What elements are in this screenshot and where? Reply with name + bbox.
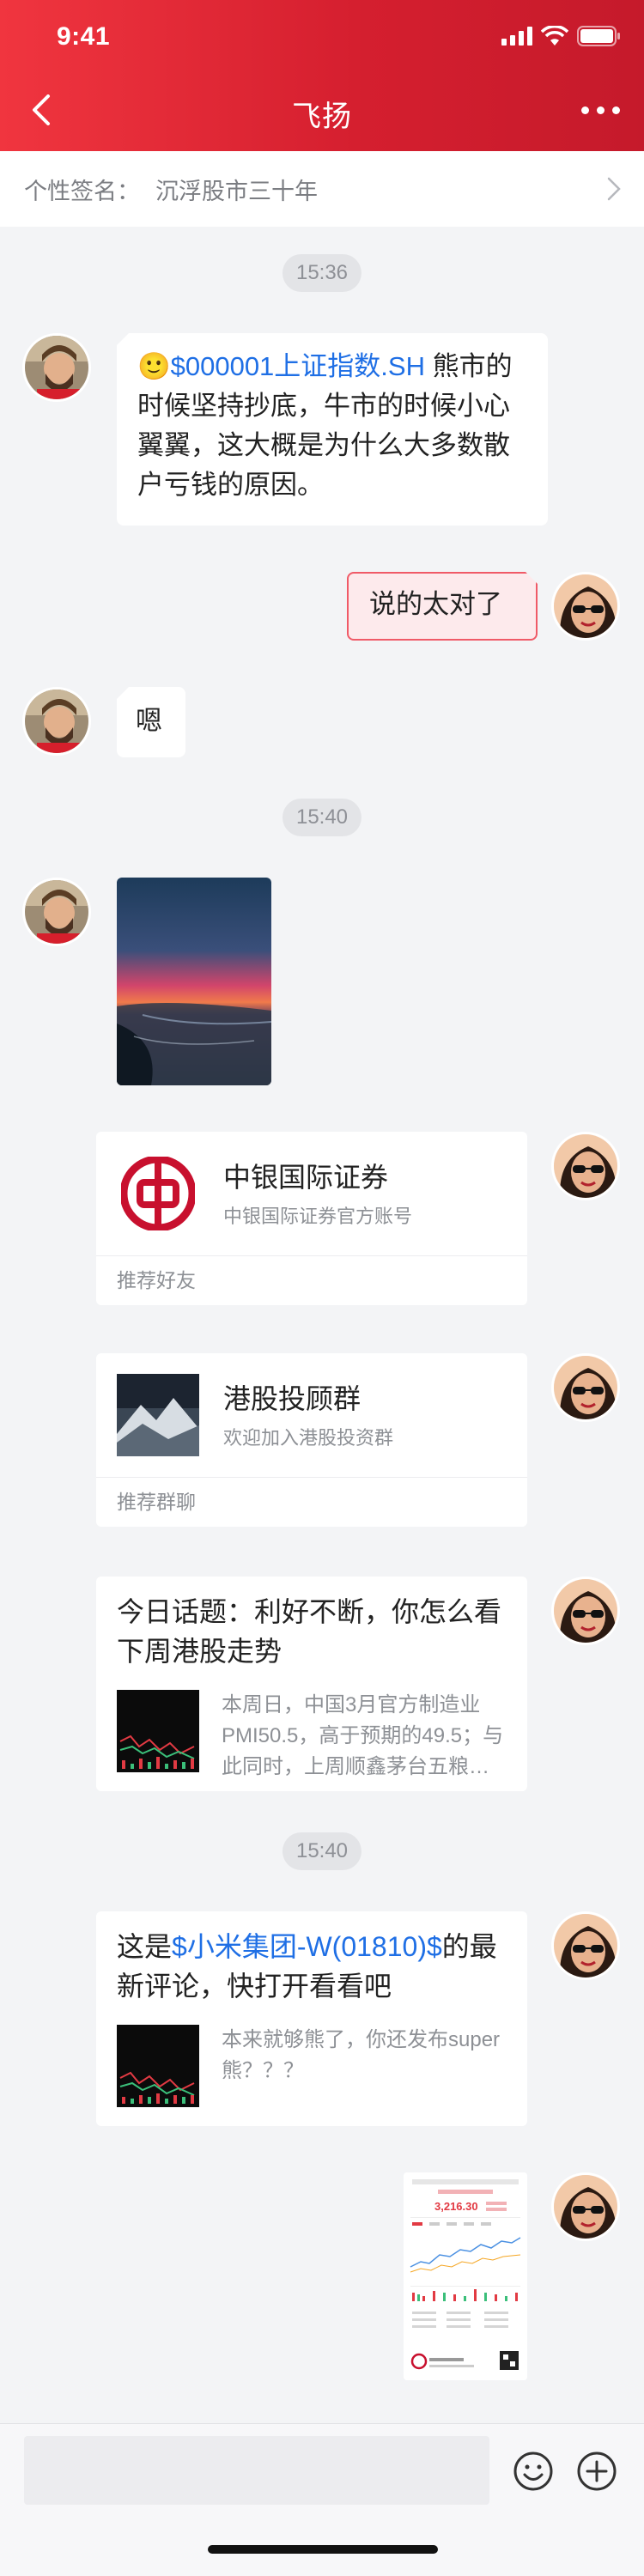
comment-title: 这是$小米集团-W(01810)$的最新评论，快打开看看吧	[96, 1911, 527, 2006]
card-subtitle: 欢迎加入港股投资群	[223, 1427, 394, 1449]
topic-card[interactable]: 今日话题：利好不断，你怎么看下周港股走势 本周日，中国3月官方制造业PMI50.…	[96, 1577, 527, 1791]
topic-title: 今日话题：利好不断，你怎么看下周港股走势	[117, 1596, 502, 1667]
chat-title: 飞扬	[292, 100, 352, 133]
message-text: 嗯	[136, 706, 162, 736]
message-bubble[interactable]: 🙂$000001上证指数.SH 熊市的时候坚持抄底，牛市的时候小心翼翼，这大概是…	[117, 333, 548, 526]
bank-logo-icon	[117, 1152, 199, 1235]
message-input[interactable]	[24, 2436, 489, 2505]
message-bubble[interactable]: 嗯	[117, 687, 185, 757]
group-image	[117, 1374, 199, 1456]
stock-price: 3,216.30	[434, 2200, 478, 2213]
message-text: 说的太对了	[369, 589, 502, 619]
timestamp: 15:36	[282, 254, 362, 292]
avatar[interactable]	[22, 333, 91, 402]
stock-link[interactable]: $小米集团-W(01810)$	[172, 1931, 442, 1962]
message-text: 🙂$000001上证指数.SH 熊市的时候坚持抄底，牛市的时候小心翼翼，这大概是…	[117, 333, 548, 519]
comment-card[interactable]: 这是$小米集团-W(01810)$的最新评论，快打开看看吧 本来就够熊了，你还发…	[96, 1911, 527, 2126]
group-card[interactable]: 港股投顾群 欢迎加入港股投资群 推荐群聊	[96, 1353, 527, 1527]
stock-link[interactable]: $000001上证指数.SH	[171, 351, 425, 381]
card-title: 中银国际证券	[223, 1162, 389, 1193]
stock-screenshot-image[interactable]: 3,216.30	[404, 2172, 527, 2380]
avatar-self[interactable]	[551, 1132, 620, 1200]
contact-card[interactable]: 中银国际证券 中银国际证券官方账号 推荐好友	[96, 1132, 527, 1305]
sunset-beach-image	[117, 878, 271, 1085]
nav-header: 9:41 飞扬	[0, 0, 644, 151]
signature-label: 个性签名：	[24, 178, 140, 204]
chart-thumbnail	[117, 1690, 199, 1772]
chart-thumbnail	[117, 2025, 199, 2107]
timestamp: 15:40	[282, 1832, 362, 1870]
avatar-self[interactable]	[551, 572, 620, 641]
card-subtitle: 中银国际证券官方账号	[223, 1206, 413, 1227]
comment-description: 本来就够熊了，你还发布super熊？？？	[222, 2028, 501, 2082]
chevron-right-icon	[607, 177, 621, 201]
status-icons	[501, 26, 622, 46]
plus-icon[interactable]	[575, 2450, 618, 2493]
card-footer: 推荐好友	[96, 1255, 527, 1303]
timestamp: 15:40	[282, 799, 362, 836]
emoji-icon[interactable]	[512, 2450, 555, 2493]
status-time: 9:41	[57, 22, 111, 51]
wifi-icon	[541, 26, 568, 46]
card-title: 港股投顾群	[223, 1383, 361, 1414]
emoji-icon: 🙂	[137, 351, 171, 381]
signature-value: 沉浮股市三十年	[155, 178, 318, 204]
avatar-self[interactable]	[551, 1353, 620, 1422]
topic-description: 本周日，中国3月官方制造业PMI50.5，高于预期的49.5；与此同时，上周顺鑫…	[222, 1693, 504, 1778]
home-indicator	[208, 2545, 438, 2554]
avatar-self[interactable]	[551, 1911, 620, 1980]
image-message[interactable]	[117, 878, 271, 1085]
battery-icon	[577, 26, 620, 46]
avatar[interactable]	[22, 878, 91, 946]
avatar[interactable]	[22, 687, 91, 756]
message-bubble-self[interactable]: 说的太对了	[347, 572, 538, 641]
card-footer: 推荐群聊	[96, 1477, 527, 1525]
comment-prefix: 这是	[117, 1931, 173, 1962]
avatar-self[interactable]	[551, 2172, 620, 2241]
signature-bar[interactable]: 个性签名： 沉浮股市三十年	[0, 151, 644, 227]
signal-icon	[501, 27, 532, 46]
avatar-self[interactable]	[551, 1577, 620, 1645]
more-dots-icon[interactable]	[581, 106, 620, 114]
